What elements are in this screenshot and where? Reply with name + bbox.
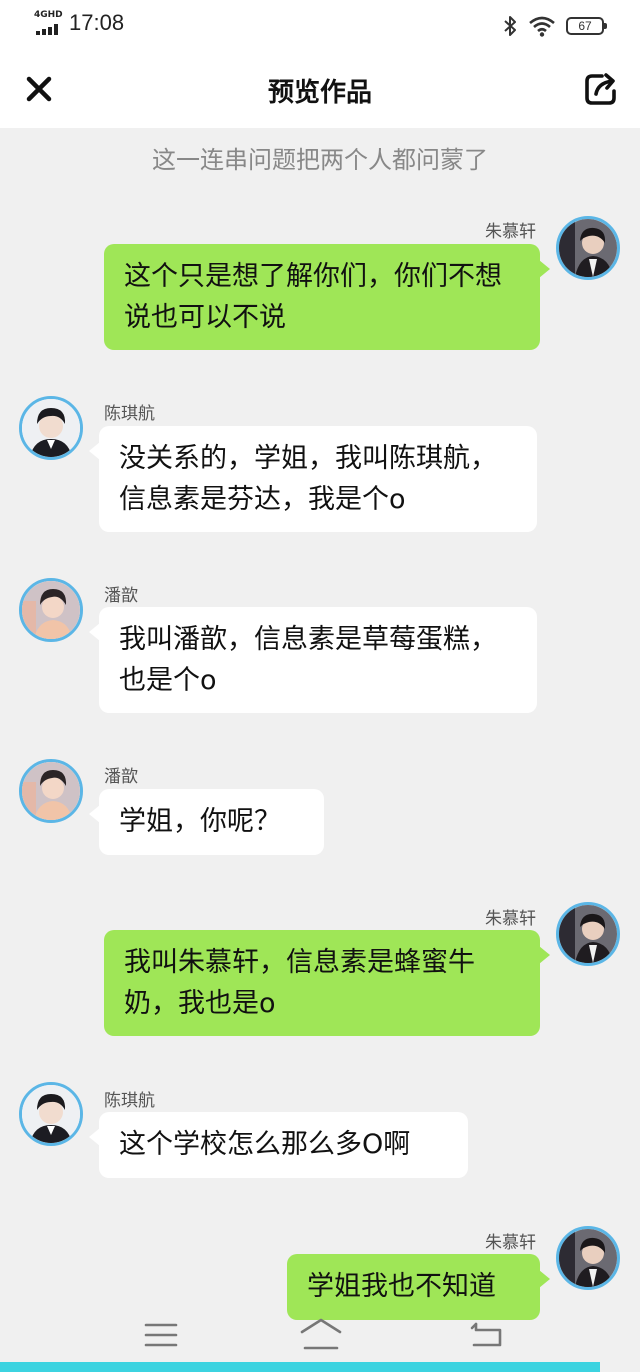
message-text: 学姐我也不知道	[307, 1271, 496, 1302]
network-indicator: 4GHD	[34, 10, 64, 36]
avatar-zhu-image	[559, 1229, 617, 1287]
avatar-chen[interactable]	[19, 396, 83, 460]
message-text: 我叫潘歆，信息素是草莓蛋糕，也是个o	[119, 624, 497, 696]
avatar-chen[interactable]	[19, 1082, 83, 1146]
system-nav-bar	[0, 1310, 640, 1360]
status-bar: 4GHD 17:08 67	[0, 0, 640, 52]
speaker-name: 陈琪航	[104, 404, 155, 424]
avatar-zhu[interactable]	[556, 902, 620, 966]
message-text: 学姐，你呢？	[119, 806, 281, 837]
avatar-pan-image	[22, 762, 80, 820]
signal-icon	[36, 24, 58, 35]
status-icons: 67	[502, 13, 607, 39]
network-label: 4GHD	[34, 10, 63, 20]
battery-level: 67	[578, 19, 592, 33]
speaker-name: 朱慕轩	[485, 1233, 536, 1253]
menu-icon[interactable]	[136, 1310, 186, 1360]
avatar-pan-image	[22, 581, 80, 639]
avatar-zhu[interactable]	[556, 1226, 620, 1290]
message-text: 我叫朱慕轩，信息素是蜂蜜牛奶，我也是o	[124, 947, 475, 1019]
message-bubble: 这个只是想了解你们，你们不想说也可以不说	[104, 244, 550, 350]
speaker-name: 陈琪航	[104, 1091, 155, 1111]
page-title: 预览作品	[267, 78, 372, 108]
avatar-chen-image	[22, 399, 80, 457]
battery-indicator: 67	[566, 17, 607, 35]
back-icon[interactable]	[462, 1310, 512, 1360]
speaker-name: 潘歆	[104, 767, 138, 787]
message-bubble: 我叫朱慕轩，信息素是蜂蜜牛奶，我也是o	[104, 930, 550, 1036]
speaker-name: 朱慕轩	[485, 222, 536, 242]
bluetooth-icon	[504, 16, 516, 36]
avatar-pan[interactable]	[19, 578, 83, 642]
status-time: 17:08	[69, 10, 125, 35]
wifi-icon	[529, 16, 555, 37]
narration-caption: 这一连串问题把两个人都问蒙了	[152, 146, 488, 174]
avatar-zhu-image	[559, 219, 617, 277]
speaker-name: 潘歆	[104, 586, 138, 606]
message-text: 没关系的，学姐，我叫陈琪航，信息素是芬达，我是个o	[119, 443, 497, 515]
message-bubble: 没关系的，学姐，我叫陈琪航，信息素是芬达，我是个o	[89, 426, 537, 532]
avatar-chen-image	[22, 1085, 80, 1143]
nav-bar: 预览作品	[0, 52, 640, 128]
speaker-name: 朱慕轩	[485, 909, 536, 929]
bottom-strip	[0, 1362, 600, 1372]
message-bubble: 我叫潘歆，信息素是草莓蛋糕，也是个o	[89, 607, 537, 713]
home-icon[interactable]	[296, 1310, 346, 1360]
message-bubble: 学姐，你呢？	[89, 789, 324, 855]
avatar-zhu[interactable]	[556, 216, 620, 280]
message-text: 这个学校怎么那么多O啊	[119, 1129, 411, 1160]
message-bubble: 这个学校怎么那么多O啊	[89, 1112, 468, 1178]
avatar-pan[interactable]	[19, 759, 83, 823]
message-text: 这个只是想了解你们，你们不想说也可以不说	[124, 261, 502, 333]
share-icon[interactable]	[582, 70, 620, 108]
avatar-zhu-image	[559, 905, 617, 963]
